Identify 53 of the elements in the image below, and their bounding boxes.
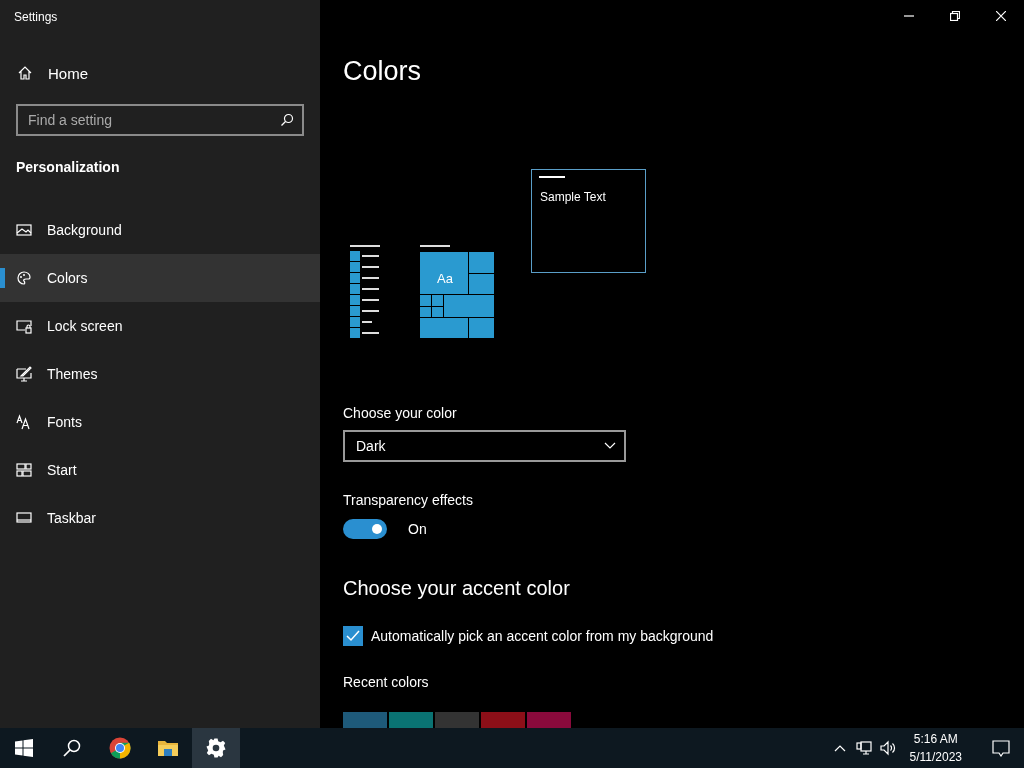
palette-icon bbox=[16, 270, 32, 286]
tiles-icon bbox=[16, 462, 32, 478]
message-icon bbox=[992, 739, 1010, 757]
nav-item[interactable]: Background bbox=[0, 206, 320, 254]
close-icon bbox=[996, 11, 1006, 21]
section-heading: Choose your accent color bbox=[343, 577, 571, 600]
page-title: Colors bbox=[343, 56, 423, 88]
chevron-down-icon bbox=[604, 442, 616, 450]
toggle-state: On bbox=[408, 521, 427, 537]
window-title: Settings bbox=[13, 9, 59, 26]
checkbox-label: Automatically pick an accent color from my background bbox=[371, 628, 714, 644]
checkbox[interactable] bbox=[343, 626, 363, 646]
nav-item[interactable]: Taskbar bbox=[0, 494, 320, 542]
field-label: Choose your color bbox=[343, 405, 458, 421]
search-field[interactable]: Find a setting bbox=[16, 104, 304, 136]
restore-icon bbox=[950, 11, 960, 21]
font-icon bbox=[16, 414, 32, 430]
gear-icon bbox=[206, 738, 226, 758]
color-swatch[interactable] bbox=[527, 712, 571, 728]
selection-indicator bbox=[0, 268, 5, 288]
tile-text: Aa bbox=[437, 271, 453, 286]
brush-monitor-icon bbox=[16, 366, 32, 382]
nav-item[interactable]: Start bbox=[0, 446, 320, 494]
field-label: Transparency effects bbox=[343, 492, 474, 508]
section-heading: Personalization bbox=[15, 159, 121, 177]
home-icon bbox=[17, 65, 33, 81]
picture-icon bbox=[16, 222, 32, 238]
lock-screen-icon bbox=[16, 318, 32, 334]
sample-text: Sample Text bbox=[540, 190, 606, 204]
clock-time[interactable]: 5:16 AM bbox=[913, 730, 958, 748]
color-swatch[interactable] bbox=[435, 712, 479, 728]
nav-item[interactable]: Fonts bbox=[0, 398, 320, 446]
chevron-up-icon bbox=[833, 744, 846, 752]
search-icon bbox=[63, 739, 81, 757]
search-icon bbox=[280, 113, 294, 127]
color-swatch[interactable] bbox=[343, 712, 387, 728]
toggle-switch[interactable] bbox=[343, 519, 387, 539]
home-link[interactable]: Home bbox=[0, 49, 320, 97]
clock-date[interactable]: 5/11/2023 bbox=[909, 748, 962, 766]
checkmark-icon bbox=[346, 630, 360, 642]
color-swatch[interactable] bbox=[389, 712, 433, 728]
taskbar-icon bbox=[16, 510, 32, 526]
speaker-icon bbox=[879, 740, 896, 756]
field-label: Recent colors bbox=[343, 674, 430, 690]
nav-item[interactable]: Lock screen bbox=[0, 302, 320, 350]
taskbar-app[interactable] bbox=[192, 728, 240, 768]
color-swatch[interactable] bbox=[481, 712, 525, 728]
browser-icon bbox=[109, 737, 131, 759]
windows-icon bbox=[15, 739, 33, 757]
nav-item[interactable]: Colors bbox=[0, 254, 320, 302]
color-dropdown[interactable]: Dark bbox=[343, 430, 626, 462]
network-icon bbox=[855, 740, 872, 756]
nav-item[interactable]: Themes bbox=[0, 350, 320, 398]
